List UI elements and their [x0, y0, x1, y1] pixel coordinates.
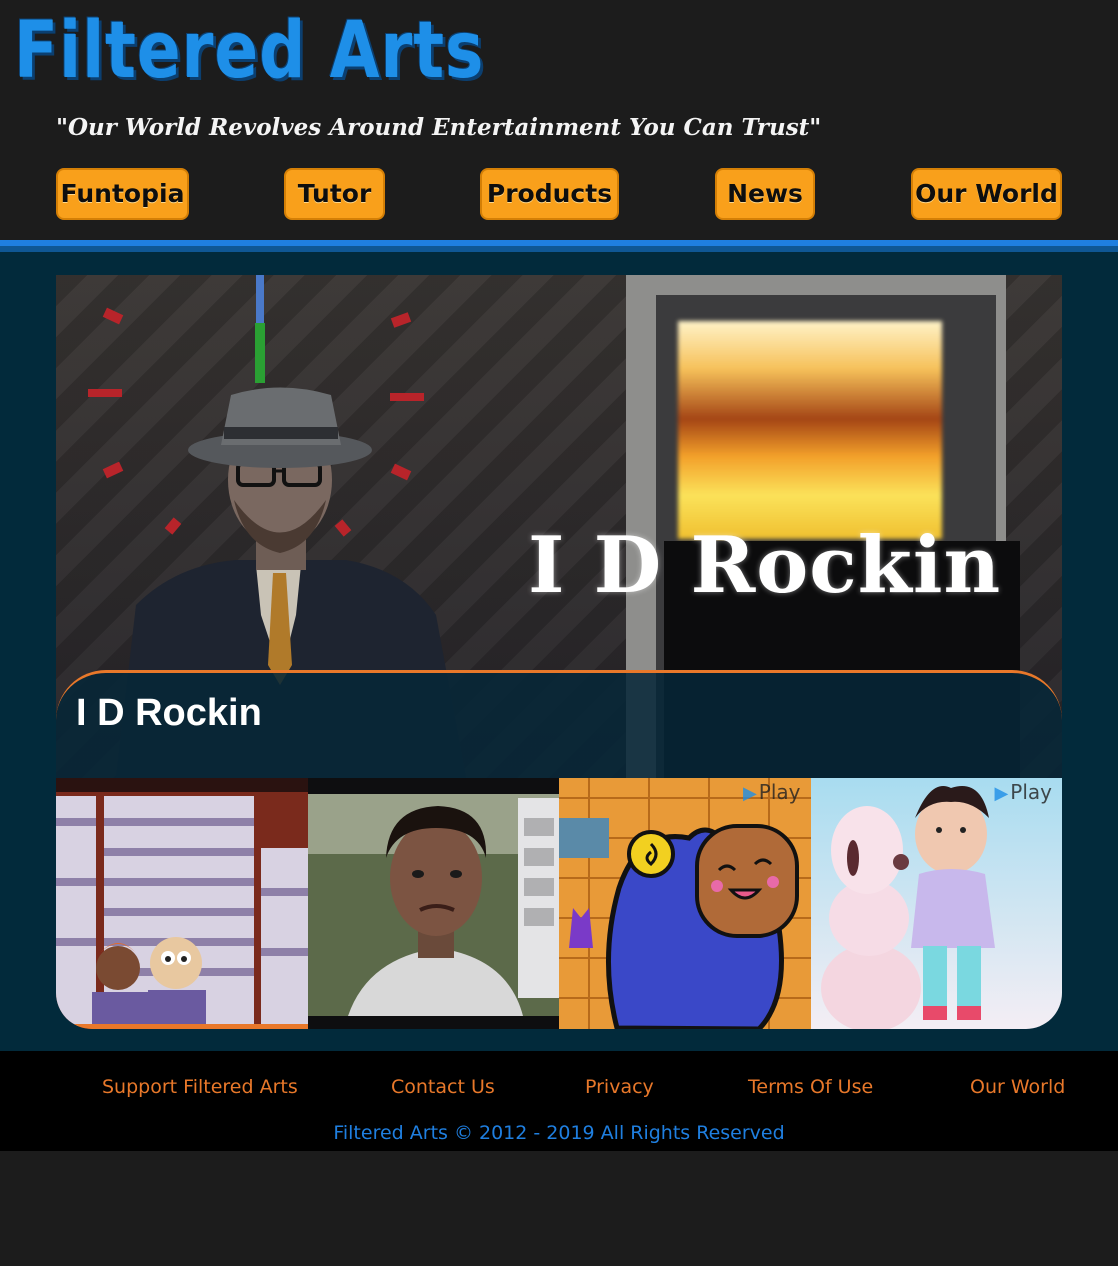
play-badge[interactable]: ▶ Play: [994, 780, 1052, 804]
footer-link-privacy[interactable]: Privacy: [585, 1076, 654, 1098]
thumbnail-2[interactable]: [307, 778, 559, 1029]
thumbnail-3[interactable]: ▶ Play: [559, 778, 811, 1029]
featured-title[interactable]: I D Rockin: [76, 692, 262, 735]
3d-character-thumbnail: [307, 778, 559, 1029]
footer-link-support[interactable]: Support Filtered Arts: [102, 1076, 298, 1098]
nav-button-tutor[interactable]: Tutor: [284, 168, 385, 220]
site-logo[interactable]: Filtered Arts: [14, 6, 484, 96]
nav-button-our-world[interactable]: Our World: [911, 168, 1062, 220]
play-icon: ▶: [742, 783, 757, 804]
snowman-child-thumbnail: [810, 778, 1062, 1029]
play-badge[interactable]: ▶ Play: [743, 780, 801, 804]
thumbnail-1[interactable]: [56, 778, 308, 1029]
nav-button-news[interactable]: News: [715, 168, 815, 220]
blue-creature-thumbnail: [559, 778, 811, 1029]
site-tagline: "Our World Revolves Around Entertainment…: [56, 114, 822, 141]
nav-button-funtopia[interactable]: Funtopia: [56, 168, 189, 220]
play-icon: ▶: [994, 783, 1009, 804]
footer-link-our-world[interactable]: Our World: [970, 1076, 1065, 1098]
hero-fire-screen: [678, 321, 942, 539]
thumbnail-strip: ▶ Play ▶ Play: [56, 778, 1062, 1029]
hero-title-overlay: I D Rockin: [528, 520, 1002, 611]
copyright-text: Filtered Arts © 2012 - 2019 All Rights R…: [333, 1122, 785, 1144]
footer-link-contact[interactable]: Contact Us: [391, 1076, 495, 1098]
footer-link-terms[interactable]: Terms Of Use: [748, 1076, 873, 1098]
thumbnail-4[interactable]: ▶ Play: [810, 778, 1062, 1029]
cartoon-characters-thumbnail: [56, 778, 308, 1029]
nav-button-products[interactable]: Products: [480, 168, 619, 220]
site-header: Filtered Arts "Our World Revolves Around…: [0, 0, 1118, 240]
